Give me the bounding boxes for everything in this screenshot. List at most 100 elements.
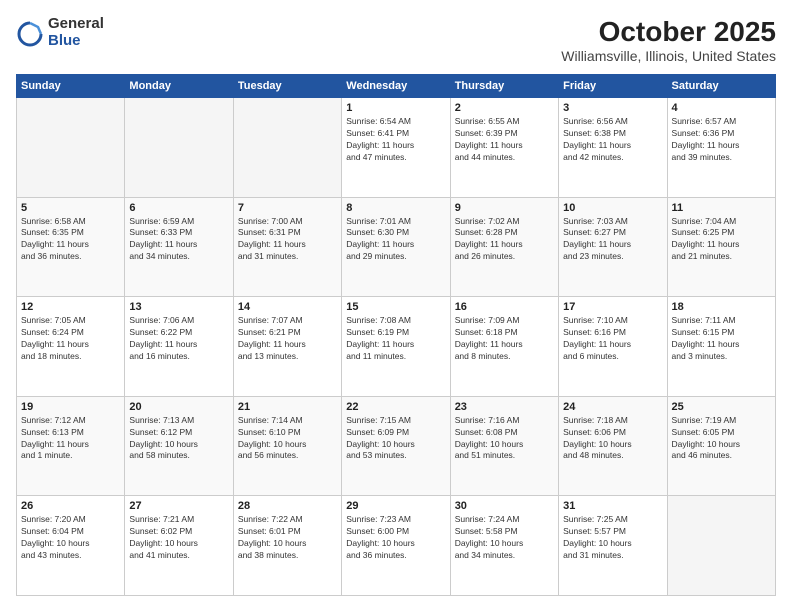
weekday-header-wednesday: Wednesday: [342, 75, 450, 98]
day-info: Sunrise: 7:22 AM Sunset: 6:01 PM Dayligh…: [238, 514, 337, 562]
calendar-cell: 20Sunrise: 7:13 AM Sunset: 6:12 PM Dayli…: [125, 396, 233, 496]
day-number: 25: [672, 401, 771, 413]
day-number: 1: [346, 102, 445, 114]
day-number: 27: [129, 500, 228, 512]
day-info: Sunrise: 7:06 AM Sunset: 6:22 PM Dayligh…: [129, 315, 228, 363]
calendar-cell: [233, 98, 341, 198]
day-number: 7: [238, 202, 337, 214]
calendar-cell: 5 Sunrise: 6:58 AM Sunset: 6:35 PM Daylig…: [17, 197, 125, 297]
calendar-cell: 18 Sunrise: 7:11 AM Sunset: 6:15 PM Dayli…: [667, 297, 775, 397]
calendar-cell: 12Sunrise: 7:05 AM Sunset: 6:24 PM Dayli…: [17, 297, 125, 397]
calendar-cell: 2Sunrise: 6:55 AM Sunset: 6:39 PM Daylig…: [450, 98, 558, 198]
day-info: Sunrise: 7:12 AM Sunset: 6:13 PM Dayligh…: [21, 415, 120, 463]
day-number: 9: [455, 202, 554, 214]
calendar-cell: [125, 98, 233, 198]
calendar-cell: 10 Sunrise: 7:03 AM Sunset: 6:27 PM Dayli…: [559, 197, 667, 297]
day-number: 3: [563, 102, 662, 114]
calendar-cell: 13 Sunrise: 7:06 AM Sunset: 6:22 PM Dayli…: [125, 297, 233, 397]
calendar-cell: 6 Sunrise: 6:59 AM Sunset: 6:33 PM Daylig…: [125, 197, 233, 297]
calendar-cell: 8 Sunrise: 7:01 AM Sunset: 6:30 PM Daylig…: [342, 197, 450, 297]
weekday-header-saturday: Saturday: [667, 75, 775, 98]
logo-general: General: [48, 16, 104, 33]
day-info: Sunrise: 7:11 AM Sunset: 6:15 PM Dayligh…: [672, 315, 771, 363]
day-number: 12: [21, 301, 120, 313]
day-number: 22: [346, 401, 445, 413]
day-number: 26: [21, 500, 120, 512]
calendar-cell: 4Sunrise: 6:57 AM Sunset: 6:36 PM Daylig…: [667, 98, 775, 198]
day-info: Sunrise: 7:04 AM Sunset: 6:25 PM Dayligh…: [672, 216, 771, 264]
calendar-cell: [17, 98, 125, 198]
day-number: 11: [672, 202, 771, 214]
calendar-cell: 30 Sunrise: 7:24 AM Sunset: 5:58 PM Dayli…: [450, 496, 558, 596]
day-info: Sunrise: 6:58 AM Sunset: 6:35 PM Dayligh…: [21, 216, 120, 264]
logo-text: General Blue: [48, 16, 104, 49]
calendar-cell: 21 Sunrise: 7:14 AM Sunset: 6:10 PM Dayli…: [233, 396, 341, 496]
calendar-cell: 15Sunrise: 7:08 AM Sunset: 6:19 PM Dayli…: [342, 297, 450, 397]
logo-blue: Blue: [48, 33, 104, 50]
day-info: Sunrise: 6:54 AM Sunset: 6:41 PM Dayligh…: [346, 116, 445, 164]
day-number: 4: [672, 102, 771, 114]
day-number: 18: [672, 301, 771, 313]
day-info: Sunrise: 7:00 AM Sunset: 6:31 PM Dayligh…: [238, 216, 337, 264]
day-info: Sunrise: 7:15 AM Sunset: 6:09 PM Dayligh…: [346, 415, 445, 463]
day-info: Sunrise: 7:01 AM Sunset: 6:30 PM Dayligh…: [346, 216, 445, 264]
calendar-cell: 29Sunrise: 7:23 AM Sunset: 6:00 PM Dayli…: [342, 496, 450, 596]
day-number: 16: [455, 301, 554, 313]
day-number: 30: [455, 500, 554, 512]
day-info: Sunrise: 6:56 AM Sunset: 6:38 PM Dayligh…: [563, 116, 662, 164]
day-info: Sunrise: 7:14 AM Sunset: 6:10 PM Dayligh…: [238, 415, 337, 463]
day-number: 24: [563, 401, 662, 413]
calendar-cell: 23 Sunrise: 7:16 AM Sunset: 6:08 PM Dayli…: [450, 396, 558, 496]
location-title: Williamsville, Illinois, United States: [561, 48, 776, 64]
day-number: 17: [563, 301, 662, 313]
day-number: 13: [129, 301, 228, 313]
calendar-week-3: 12Sunrise: 7:05 AM Sunset: 6:24 PM Dayli…: [17, 297, 776, 397]
title-block: October 2025 Williamsville, Illinois, Un…: [561, 16, 776, 64]
day-number: 8: [346, 202, 445, 214]
calendar-cell: 9 Sunrise: 7:02 AM Sunset: 6:28 PM Daylig…: [450, 197, 558, 297]
day-number: 6: [129, 202, 228, 214]
calendar-cell: 3 Sunrise: 6:56 AM Sunset: 6:38 PM Daylig…: [559, 98, 667, 198]
day-number: 10: [563, 202, 662, 214]
header: General Blue October 2025 Williamsville,…: [16, 16, 776, 64]
day-info: Sunrise: 7:03 AM Sunset: 6:27 PM Dayligh…: [563, 216, 662, 264]
calendar-cell: 24 Sunrise: 7:18 AM Sunset: 6:06 PM Dayli…: [559, 396, 667, 496]
calendar-cell: 16Sunrise: 7:09 AM Sunset: 6:18 PM Dayli…: [450, 297, 558, 397]
day-number: 23: [455, 401, 554, 413]
month-title: October 2025: [561, 16, 776, 48]
day-number: 21: [238, 401, 337, 413]
calendar-cell: 28 Sunrise: 7:22 AM Sunset: 6:01 PM Dayli…: [233, 496, 341, 596]
weekday-header-monday: Monday: [125, 75, 233, 98]
calendar-cell: [667, 496, 775, 596]
calendar-cell: 11 Sunrise: 7:04 AM Sunset: 6:25 PM Dayli…: [667, 197, 775, 297]
weekday-header-thursday: Thursday: [450, 75, 558, 98]
logo-icon: [16, 19, 44, 47]
calendar-cell: 26Sunrise: 7:20 AM Sunset: 6:04 PM Dayli…: [17, 496, 125, 596]
calendar-week-2: 5 Sunrise: 6:58 AM Sunset: 6:35 PM Daylig…: [17, 197, 776, 297]
calendar-cell: 17 Sunrise: 7:10 AM Sunset: 6:16 PM Dayli…: [559, 297, 667, 397]
calendar-cell: 31Sunrise: 7:25 AM Sunset: 5:57 PM Dayli…: [559, 496, 667, 596]
calendar-week-5: 26Sunrise: 7:20 AM Sunset: 6:04 PM Dayli…: [17, 496, 776, 596]
day-info: Sunrise: 6:59 AM Sunset: 6:33 PM Dayligh…: [129, 216, 228, 264]
day-info: Sunrise: 7:10 AM Sunset: 6:16 PM Dayligh…: [563, 315, 662, 363]
day-number: 2: [455, 102, 554, 114]
day-number: 29: [346, 500, 445, 512]
weekday-header-sunday: Sunday: [17, 75, 125, 98]
day-info: Sunrise: 7:25 AM Sunset: 5:57 PM Dayligh…: [563, 514, 662, 562]
day-info: Sunrise: 7:19 AM Sunset: 6:05 PM Dayligh…: [672, 415, 771, 463]
day-info: Sunrise: 7:24 AM Sunset: 5:58 PM Dayligh…: [455, 514, 554, 562]
day-info: Sunrise: 7:18 AM Sunset: 6:06 PM Dayligh…: [563, 415, 662, 463]
calendar-week-1: 1 Sunrise: 6:54 AM Sunset: 6:41 PM Daylig…: [17, 98, 776, 198]
day-number: 5: [21, 202, 120, 214]
day-info: Sunrise: 7:21 AM Sunset: 6:02 PM Dayligh…: [129, 514, 228, 562]
logo: General Blue: [16, 16, 104, 49]
day-number: 20: [129, 401, 228, 413]
day-info: Sunrise: 7:16 AM Sunset: 6:08 PM Dayligh…: [455, 415, 554, 463]
day-info: Sunrise: 7:08 AM Sunset: 6:19 PM Dayligh…: [346, 315, 445, 363]
calendar-week-4: 19 Sunrise: 7:12 AM Sunset: 6:13 PM Dayli…: [17, 396, 776, 496]
day-info: Sunrise: 7:02 AM Sunset: 6:28 PM Dayligh…: [455, 216, 554, 264]
day-number: 19: [21, 401, 120, 413]
calendar-cell: 25 Sunrise: 7:19 AM Sunset: 6:05 PM Dayli…: [667, 396, 775, 496]
day-number: 28: [238, 500, 337, 512]
day-number: 14: [238, 301, 337, 313]
